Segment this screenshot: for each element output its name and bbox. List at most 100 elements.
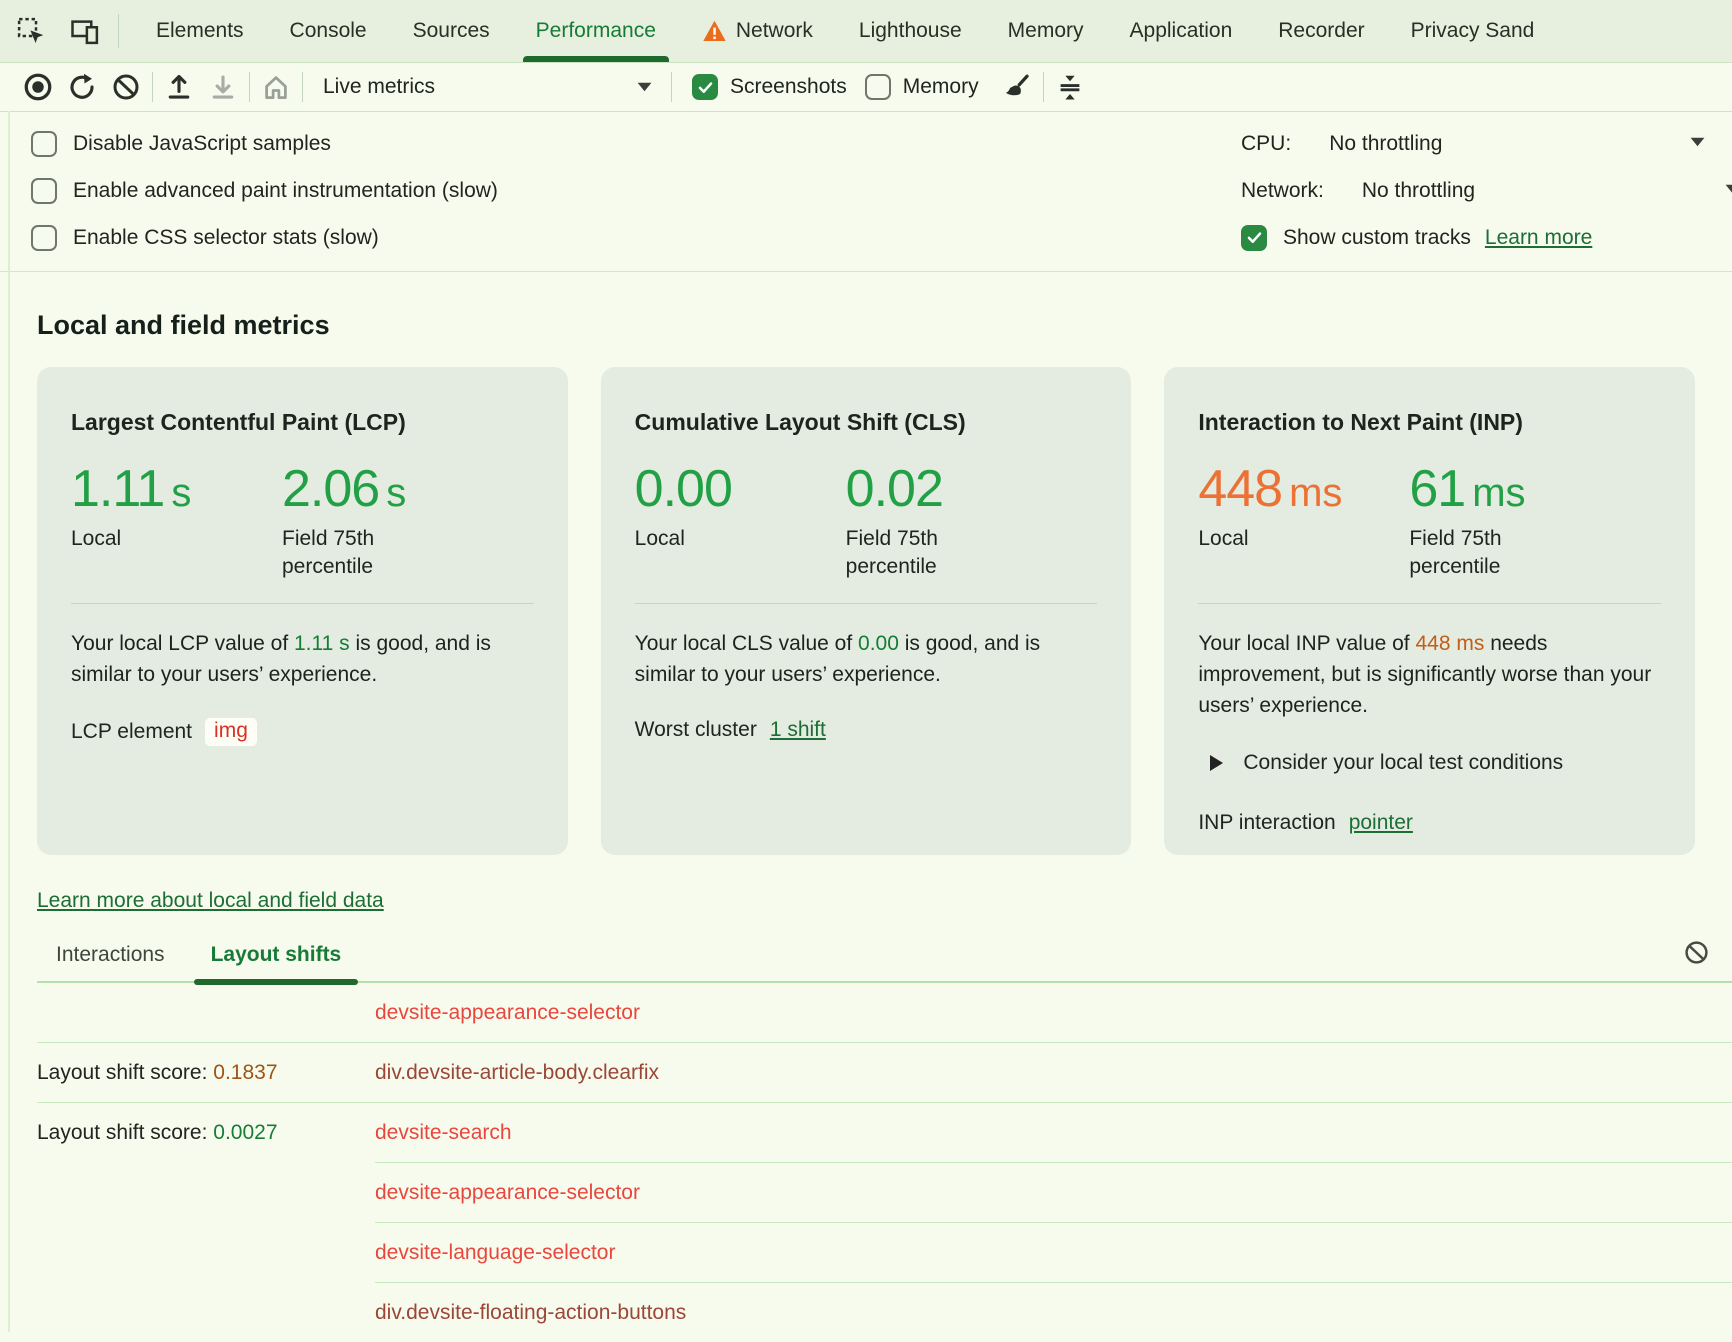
css-selector-stats-checkbox[interactable] <box>31 225 57 251</box>
divider <box>118 14 119 48</box>
element-link[interactable]: devsite-appearance-selector <box>375 1001 640 1025</box>
worst-cluster-link[interactable]: 1 shift <box>770 718 826 742</box>
clear-log-icon[interactable] <box>1683 939 1710 966</box>
inp-description: Your local INP value of 448 ms needs imp… <box>1198 628 1661 721</box>
divider <box>1043 72 1044 102</box>
local-test-conditions-expander[interactable]: Consider your local test conditions <box>1210 751 1661 775</box>
lcp-field-label: Field 75th percentile <box>282 525 442 582</box>
page-title: Local and field metrics <box>37 310 1732 341</box>
lcp-field-value: 2.06s <box>282 462 534 517</box>
tab-console[interactable]: Console <box>267 0 390 62</box>
lcp-local-value: 1.11s <box>71 462 282 517</box>
divider <box>671 72 672 102</box>
devtools-tab-bar: Elements Console Sources Performance Net… <box>0 0 1732 63</box>
cpu-throttling-select[interactable]: CPU: No throttling <box>1241 120 1442 167</box>
lcp-element-label: LCP element <box>71 720 192 744</box>
screenshots-label: Screenshots <box>730 75 847 99</box>
tab-network[interactable]: Network <box>679 0 836 62</box>
layout-shifts-list: devsite-appearance-selector Layout shift… <box>0 983 1732 1342</box>
layout-shift-score: 0.0027 <box>213 1121 277 1144</box>
tab-privacy-sandbox[interactable]: Privacy Sand <box>1388 0 1558 62</box>
screenshots-checkbox[interactable] <box>692 74 718 100</box>
worst-cluster-label: Worst cluster <box>635 718 757 742</box>
element-link[interactable]: div.devsite-article-body.clearfix <box>375 1061 659 1085</box>
clear-icon[interactable] <box>104 67 148 107</box>
css-selector-stats-label: Enable CSS selector stats (slow) <box>73 226 379 250</box>
panel-mode-label: Live metrics <box>323 75 435 99</box>
chevron-down-icon <box>1689 136 1706 148</box>
reload-record-button[interactable] <box>60 67 104 107</box>
inp-metric-card: Interaction to Next Paint (INP) 448ms Lo… <box>1164 367 1695 855</box>
cls-local-label: Local <box>635 525 795 553</box>
inp-local-value: 448ms <box>1198 462 1409 517</box>
cls-field-label: Field 75th percentile <box>846 525 1006 582</box>
lcp-description: Your local LCP value of 1.11 s is good, … <box>71 628 534 690</box>
network-throttling-select[interactable]: Network: No throttling <box>1241 167 1475 214</box>
tab-memory[interactable]: Memory <box>985 0 1107 62</box>
inp-interaction-label: INP interaction <box>1198 811 1335 835</box>
tab-application[interactable]: Application <box>1107 0 1256 62</box>
layout-shift-score-label: Layout shift score: <box>37 1121 213 1144</box>
clear-all-brush-icon[interactable] <box>995 67 1039 107</box>
tab-interactions[interactable]: Interactions <box>56 943 165 967</box>
disable-js-samples-checkbox[interactable] <box>31 131 57 157</box>
chevron-right-icon <box>1210 755 1223 771</box>
memory-checkbox[interactable] <box>865 74 891 100</box>
element-link[interactable]: devsite-appearance-selector <box>375 1181 640 1205</box>
custom-tracks-learn-more-link[interactable]: Learn more <box>1485 226 1592 250</box>
layout-shift-row: devsite-appearance-selector <box>0 1163 1732 1222</box>
advanced-paint-label: Enable advanced paint instrumentation (s… <box>73 179 498 203</box>
cls-local-value: 0.00 <box>635 462 846 517</box>
chevron-down-icon <box>1724 183 1732 195</box>
inp-field-label: Field 75th percentile <box>1409 525 1569 582</box>
card-divider <box>635 603 1098 604</box>
element-link[interactable]: devsite-search <box>375 1121 512 1145</box>
warning-icon <box>702 20 727 42</box>
tab-performance[interactable]: Performance <box>513 0 679 62</box>
cls-description: Your local CLS value of 0.00 is good, an… <box>635 628 1098 690</box>
network-label: Network: <box>1241 179 1324 203</box>
lcp-local-label: Local <box>71 525 231 553</box>
layout-shift-score: 0.1837 <box>213 1061 277 1084</box>
inspect-element-icon[interactable] <box>16 16 46 46</box>
lcp-metric-card: Largest Contentful Paint (LCP) 1.11s Loc… <box>37 367 568 855</box>
tab-sources[interactable]: Sources <box>390 0 513 62</box>
card-divider <box>1198 603 1661 604</box>
layout-shift-row: Layout shift score: 0.1837 div.devsite-a… <box>0 1043 1732 1102</box>
local-test-conditions-label: Consider your local test conditions <box>1243 751 1563 775</box>
network-value: No throttling <box>1362 179 1475 203</box>
cls-field-value: 0.02 <box>846 462 1098 517</box>
cpu-value: No throttling <box>1329 132 1442 156</box>
tab-elements[interactable]: Elements <box>133 0 267 62</box>
capture-settings: Disable JavaScript samples CPU: No throt… <box>0 112 1732 272</box>
layout-shift-row: devsite-appearance-selector <box>0 983 1732 1042</box>
tab-lighthouse[interactable]: Lighthouse <box>836 0 985 62</box>
element-link[interactable]: devsite-language-selector <box>375 1241 615 1265</box>
cpu-label: CPU: <box>1241 132 1291 156</box>
inp-field-value: 61ms <box>1409 462 1661 517</box>
advanced-paint-checkbox[interactable] <box>31 178 57 204</box>
show-custom-tracks-label: Show custom tracks <box>1283 226 1471 250</box>
performance-toolbar: Live metrics Screenshots Memory <box>0 63 1732 112</box>
download-profile-icon[interactable] <box>201 67 245 107</box>
layout-shift-row: div.devsite-floating-action-buttons <box>0 1283 1732 1342</box>
lcp-element-node-link[interactable]: img <box>205 718 257 746</box>
divider <box>249 72 250 102</box>
device-toolbar-icon[interactable] <box>70 16 100 46</box>
tab-layout-shifts[interactable]: Layout shifts <box>211 943 342 967</box>
panel-mode-select[interactable]: Live metrics <box>323 75 653 99</box>
home-icon[interactable] <box>254 67 298 107</box>
element-link[interactable]: div.devsite-floating-action-buttons <box>375 1301 686 1325</box>
record-button[interactable] <box>16 67 60 107</box>
tab-recorder[interactable]: Recorder <box>1255 0 1387 62</box>
panel-left-edge <box>8 111 10 1332</box>
live-metrics-log-tabs: Interactions Layout shifts <box>0 943 1732 983</box>
cls-card-title: Cumulative Layout Shift (CLS) <box>635 409 1098 436</box>
upload-profile-icon[interactable] <box>157 67 201 107</box>
inp-interaction-link[interactable]: pointer <box>1349 811 1413 835</box>
divider <box>152 72 153 102</box>
learn-more-field-data-link[interactable]: Learn more about local and field data <box>37 889 384 913</box>
show-custom-tracks-checkbox[interactable] <box>1241 225 1267 251</box>
card-divider <box>71 603 534 604</box>
collapse-icon[interactable] <box>1048 67 1092 107</box>
